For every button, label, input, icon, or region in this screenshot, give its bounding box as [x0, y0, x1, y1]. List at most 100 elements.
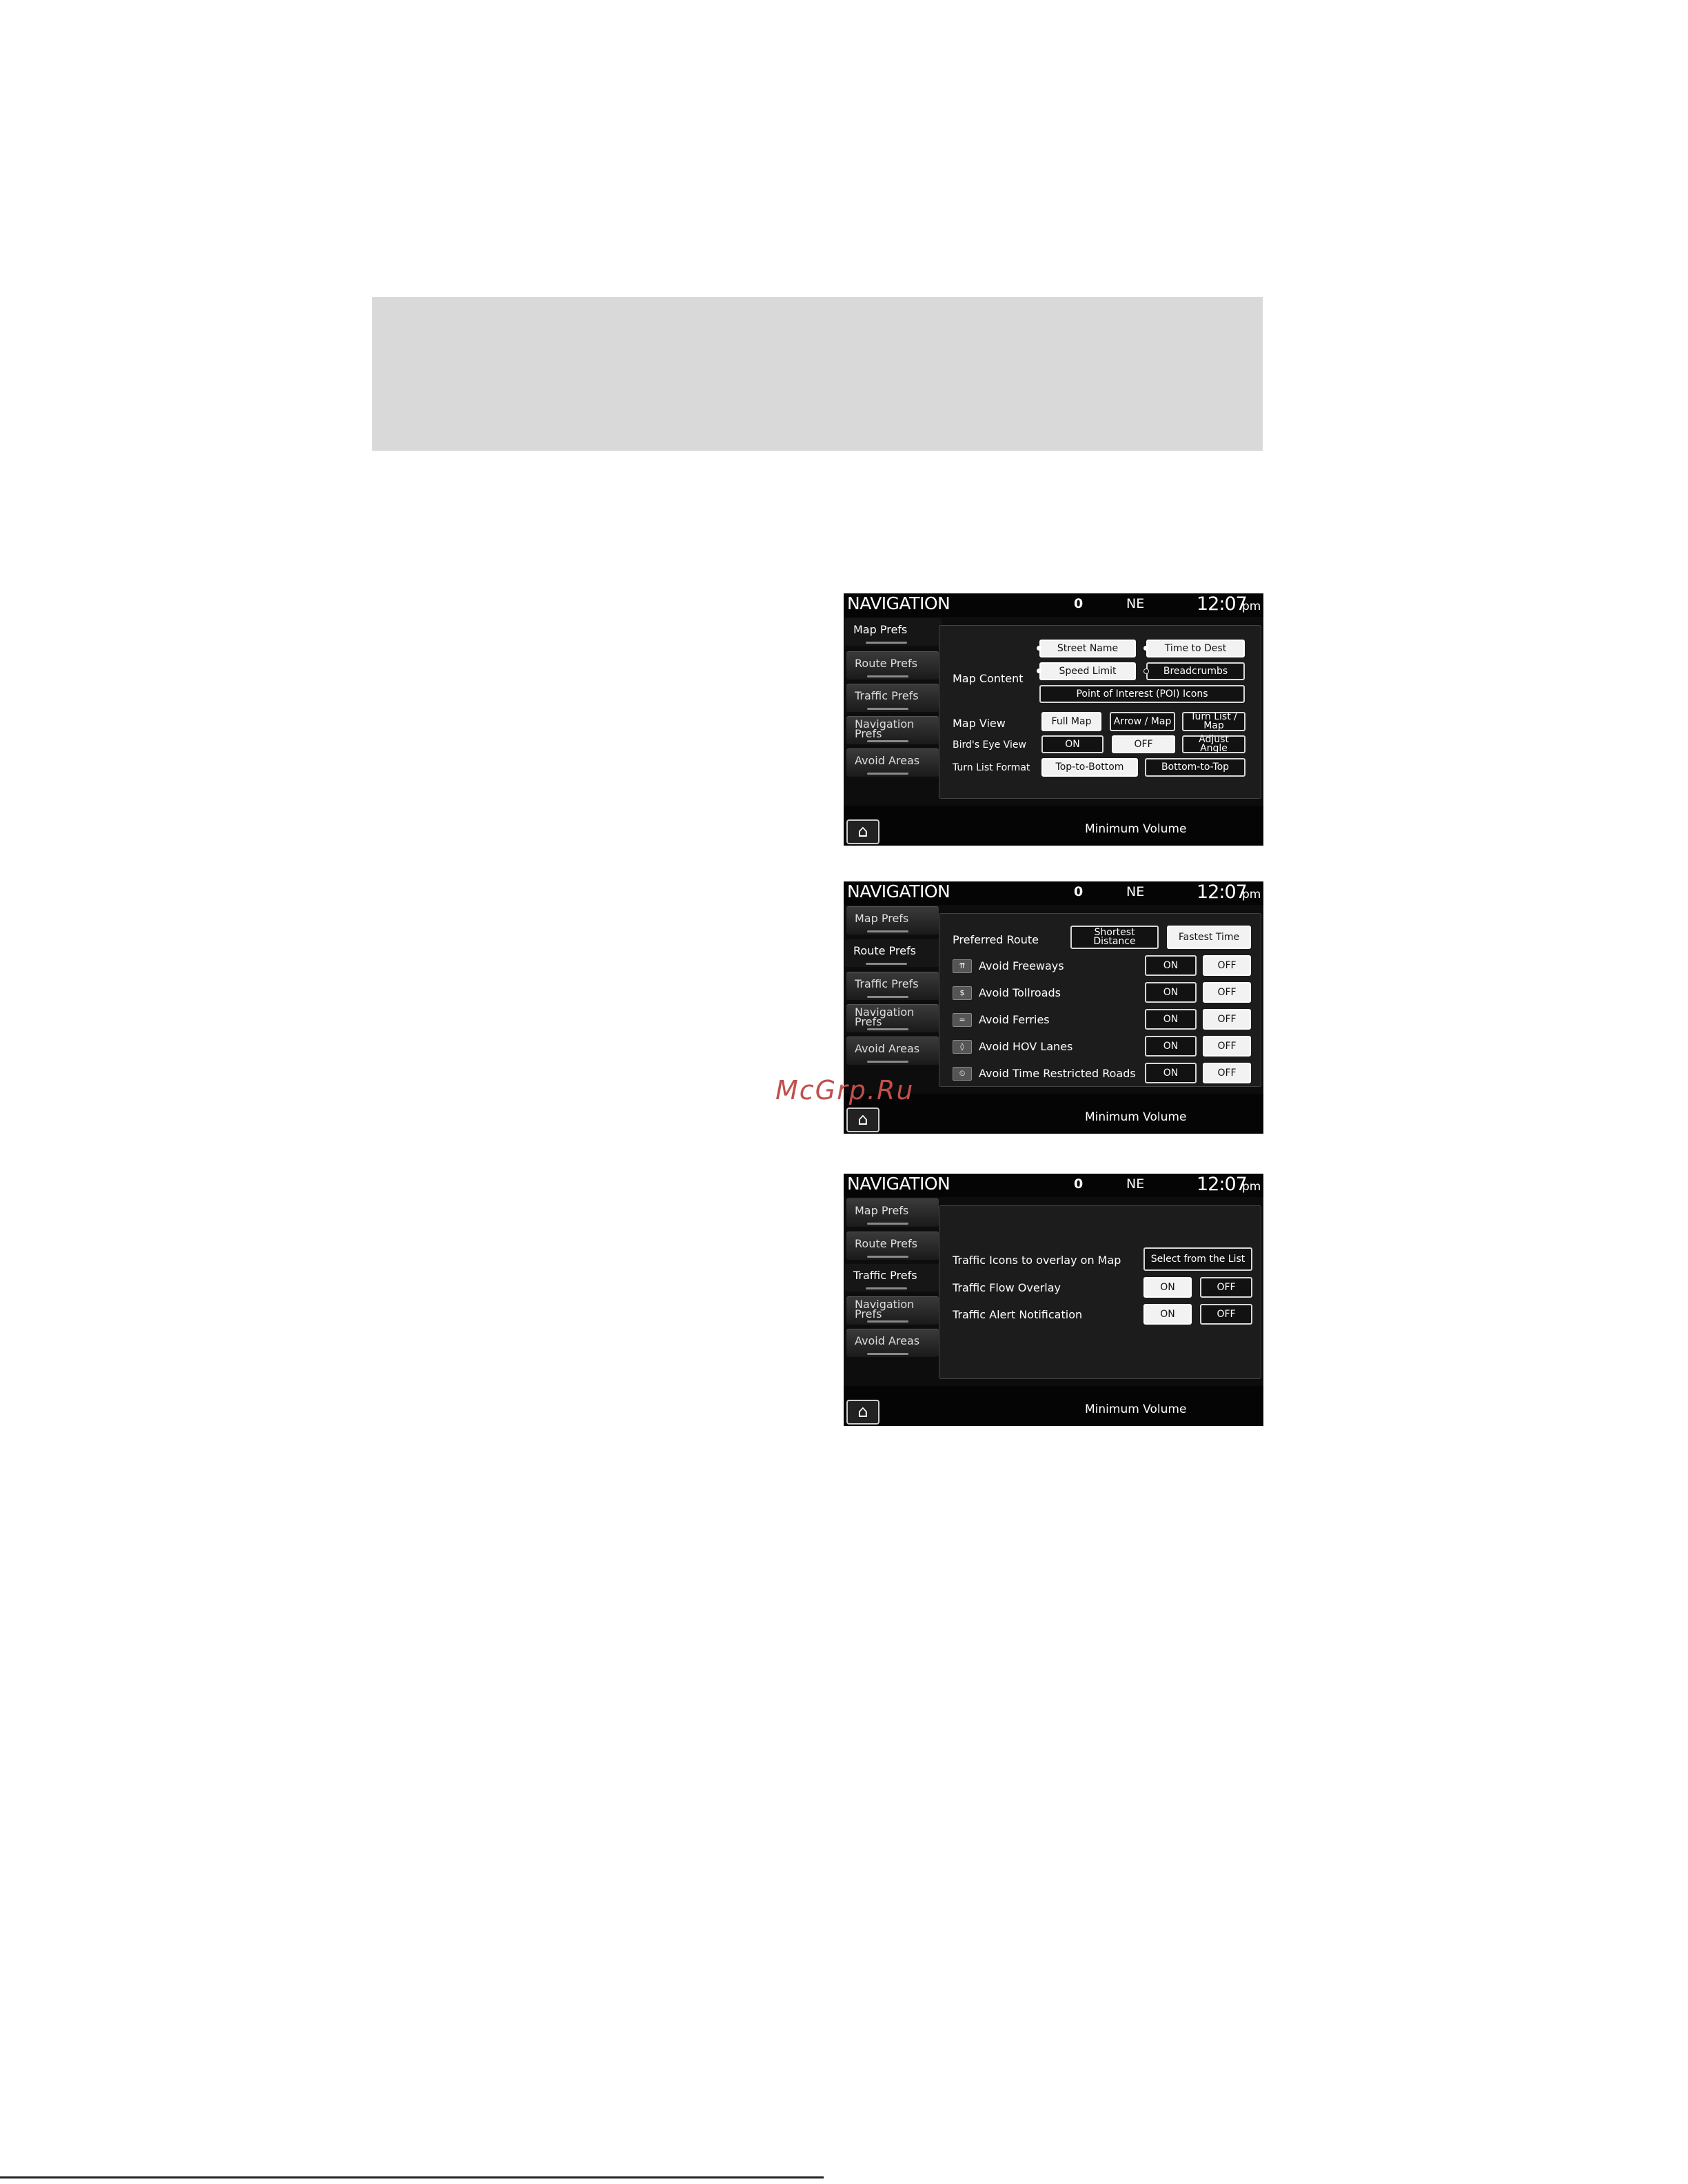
birds-eye-view-label: Bird's Eye View	[953, 739, 1026, 751]
preferred-route-label: Preferred Route	[953, 933, 1039, 946]
freeway-icon: ⇈	[953, 959, 972, 973]
nav-screen-map-prefs: NAVIGATION 0 NE 12:07 pm Map Prefs Route…	[844, 593, 1263, 846]
title-bar: NAVIGATION 0 NE 12:07 pm	[844, 1174, 1263, 1197]
map-content-label: Map Content	[953, 672, 1024, 685]
tab-route-prefs[interactable]: Route Prefs	[845, 939, 942, 967]
watermark: McGrp.Ru	[775, 1075, 915, 1105]
compass-indicator: NE	[1126, 596, 1145, 611]
traffic-flow-off-button[interactable]: OFF	[1200, 1277, 1252, 1298]
avoid-freeways-label: Avoid Freeways	[979, 959, 1064, 972]
screen-title: NAVIGATION	[847, 881, 950, 901]
tab-navigation-prefs[interactable]: Navigation Prefs	[846, 716, 939, 744]
avoid-time-restricted-label: Avoid Time Restricted Roads	[979, 1067, 1136, 1080]
avoid-ferries-off-button[interactable]: OFF	[1203, 1009, 1251, 1030]
tab-route-prefs[interactable]: Route Prefs	[846, 1232, 939, 1260]
avoid-time-restricted-off-button[interactable]: OFF	[1203, 1063, 1251, 1083]
bottom-to-top-button[interactable]: Bottom-to-Top	[1145, 758, 1245, 777]
traffic-prefs-panel: Traffic Icons to overlay on Map Select f…	[939, 1205, 1261, 1379]
map-prefs-panel: Map Content Street Name Time to Dest Spe…	[939, 625, 1261, 799]
tab-navigation-prefs[interactable]: Navigation Prefs	[846, 1004, 939, 1032]
birds-eye-on-button[interactable]: ON	[1041, 735, 1104, 753]
bottom-bar: ⌂ Minimum Volume	[844, 806, 1263, 846]
nav-screen-traffic-prefs: NAVIGATION 0 NE 12:07 pm Map Prefs Route…	[844, 1174, 1263, 1426]
clock: 12:07	[1197, 593, 1248, 615]
clock-ampm: pm	[1242, 600, 1261, 613]
tab-avoid-areas[interactable]: Avoid Areas	[846, 1037, 939, 1065]
turn-list-format-label: Turn List Format	[953, 762, 1030, 773]
avoid-time-restricted-on-button[interactable]: ON	[1145, 1063, 1197, 1083]
birds-eye-off-button[interactable]: OFF	[1112, 735, 1175, 753]
prefs-sidebar: Map Prefs Route Prefs Traffic Prefs Navi…	[844, 617, 942, 804]
phone-indicator: 0	[1074, 1176, 1084, 1192]
arrow-map-button[interactable]: Arrow / Map	[1110, 712, 1175, 731]
avoid-freeways-off-button[interactable]: OFF	[1203, 955, 1251, 976]
full-map-button[interactable]: Full Map	[1041, 712, 1101, 731]
tab-traffic-prefs[interactable]: Traffic Prefs	[846, 684, 939, 712]
prefs-sidebar: Map Prefs Route Prefs Traffic Prefs Navi…	[844, 905, 942, 1092]
avoid-ferries-label: Avoid Ferries	[979, 1013, 1050, 1026]
phone-indicator: 0	[1074, 884, 1084, 899]
prefs-sidebar: Map Prefs Route Prefs Traffic Prefs Navi…	[844, 1197, 942, 1385]
adjust-angle-button[interactable]: Adjust Angle	[1182, 735, 1245, 753]
breadcrumbs-button[interactable]: Breadcrumbs	[1143, 662, 1245, 680]
map-view-label: Map View	[953, 717, 1006, 730]
route-prefs-panel: Preferred Route Shortest Distance Fastes…	[939, 913, 1261, 1087]
tab-traffic-prefs[interactable]: Traffic Prefs	[846, 972, 939, 1000]
phone-indicator: 0	[1074, 596, 1084, 611]
tollroad-icon: $	[953, 986, 972, 1000]
screen-title: NAVIGATION	[847, 1174, 950, 1194]
avoid-ferries-on-button[interactable]: ON	[1145, 1009, 1197, 1030]
avoid-tollroads-on-button[interactable]: ON	[1145, 982, 1197, 1003]
shortest-distance-button[interactable]: Shortest Distance	[1070, 926, 1159, 949]
time-restricted-icon: ⏲	[953, 1067, 972, 1081]
hov-icon: ◊	[953, 1040, 972, 1054]
street-name-button[interactable]: Street Name	[1037, 640, 1136, 657]
bottom-bar: ⌂ Minimum Volume	[844, 1386, 1263, 1426]
traffic-flow-overlay-label: Traffic Flow Overlay	[953, 1281, 1061, 1294]
tab-map-prefs[interactable]: Map Prefs	[846, 906, 939, 935]
top-to-bottom-button[interactable]: Top-to-Bottom	[1041, 758, 1138, 777]
avoid-hov-off-button[interactable]: OFF	[1203, 1036, 1251, 1057]
avoid-freeways-on-button[interactable]: ON	[1145, 955, 1197, 976]
traffic-alert-on-button[interactable]: ON	[1143, 1304, 1192, 1325]
fastest-time-button[interactable]: Fastest Time	[1167, 926, 1251, 949]
poi-icons-button[interactable]: Point of Interest (POI) Icons	[1039, 685, 1245, 703]
title-bar: NAVIGATION 0 NE 12:07 pm	[844, 881, 1263, 905]
tab-avoid-areas[interactable]: Avoid Areas	[846, 1329, 939, 1357]
home-icon[interactable]: ⌂	[846, 1400, 879, 1425]
avoid-tollroads-label: Avoid Tollroads	[979, 986, 1061, 999]
time-to-dest-button[interactable]: Time to Dest	[1143, 640, 1245, 657]
ferry-icon: ≈	[953, 1013, 972, 1027]
tab-map-prefs[interactable]: Map Prefs	[846, 1198, 939, 1227]
compass-indicator: NE	[1126, 1176, 1145, 1192]
select-from-list-button[interactable]: Select from the List	[1143, 1247, 1252, 1271]
tab-traffic-prefs[interactable]: Traffic Prefs	[845, 1264, 942, 1292]
header-band	[372, 297, 1263, 451]
clock: 12:07	[1197, 1174, 1248, 1195]
home-icon[interactable]: ⌂	[846, 819, 879, 844]
status-text: Minimum Volume	[1085, 1402, 1187, 1416]
tab-map-prefs[interactable]: Map Prefs	[845, 618, 942, 646]
avoid-hov-on-button[interactable]: ON	[1145, 1036, 1197, 1057]
home-icon[interactable]: ⌂	[846, 1108, 879, 1132]
clock-ampm: pm	[1242, 1180, 1261, 1194]
avoid-hov-lanes-label: Avoid HOV Lanes	[979, 1040, 1073, 1053]
tab-avoid-areas[interactable]: Avoid Areas	[846, 748, 939, 777]
avoid-tollroads-off-button[interactable]: OFF	[1203, 982, 1251, 1003]
speed-limit-button[interactable]: Speed Limit	[1037, 662, 1136, 680]
clock: 12:07	[1197, 881, 1248, 903]
status-text: Minimum Volume	[1085, 822, 1187, 836]
turn-list-map-button[interactable]: Turn List / Map	[1182, 712, 1245, 731]
traffic-flow-on-button[interactable]: ON	[1143, 1277, 1192, 1298]
compass-indicator: NE	[1126, 884, 1145, 899]
page-bottom-rule	[0, 2176, 824, 2178]
tab-navigation-prefs[interactable]: Navigation Prefs	[846, 1296, 939, 1325]
screen-title: NAVIGATION	[847, 593, 950, 613]
traffic-alert-notification-label: Traffic Alert Notification	[953, 1308, 1083, 1321]
clock-ampm: pm	[1242, 888, 1261, 901]
status-text: Minimum Volume	[1085, 1110, 1187, 1124]
traffic-alert-off-button[interactable]: OFF	[1200, 1304, 1252, 1325]
title-bar: NAVIGATION 0 NE 12:07 pm	[844, 593, 1263, 617]
traffic-icons-overlay-label: Traffic Icons to overlay on Map	[953, 1254, 1121, 1267]
tab-route-prefs[interactable]: Route Prefs	[846, 651, 939, 680]
